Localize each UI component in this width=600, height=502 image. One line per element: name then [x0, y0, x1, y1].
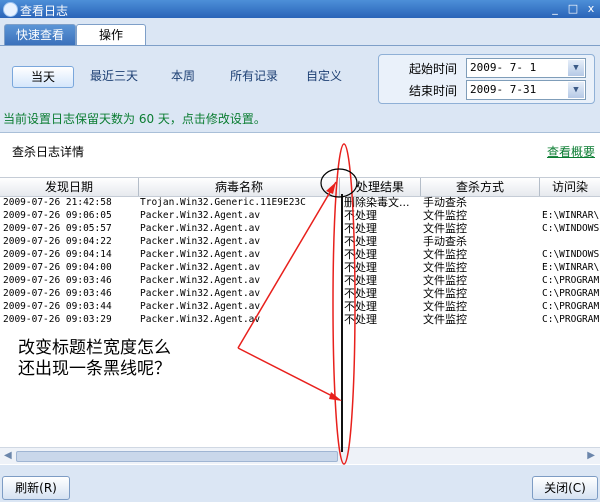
log-detail-title: 查杀日志详情 [12, 145, 85, 159]
cell-date: 2009-07-26 09:05:57 [3, 223, 112, 234]
scrollbar-thumb[interactable] [16, 451, 338, 462]
scroll-right-icon[interactable]: ▶ [587, 450, 595, 461]
annotation-text: 改变标题栏宽度怎么 还出现一条黑线呢？ [18, 338, 171, 379]
column-header-virus-name[interactable]: 病毒名称 [139, 178, 340, 196]
cell-virus-name: Trojan.Win32.Generic.11E9E23C [140, 197, 306, 208]
cell-date: 2009-07-26 09:03:46 [3, 275, 112, 286]
cell-scan-method: 文件监控 [423, 300, 467, 313]
tab-bar: 快速查看 操作 [0, 24, 600, 46]
table-row[interactable]: 2009-07-26 09:03:46 Packer.Win32.Agent.av… [0, 287, 600, 300]
cell-scan-method: 文件监控 [423, 248, 467, 261]
cell-scan-method: 手动查杀 [423, 235, 467, 248]
filter-custom-button[interactable]: 自定义 [298, 66, 350, 86]
column-header-scan-method[interactable]: 查杀方式 [421, 178, 540, 196]
minimize-button[interactable]: _ [548, 2, 562, 15]
cell-virus-name: Packer.Win32.Agent.av [140, 262, 261, 273]
table-row[interactable]: 2009-07-26 09:06:05 Packer.Win32.Agent.av… [0, 209, 600, 222]
cell-access: C:\PROGRAM [542, 275, 600, 286]
log-detail-panel: 查杀日志详情 查看概要 发现日期 病毒名称 处理结果 查杀方式 访问染 2009… [0, 132, 600, 465]
cell-virus-name: Packer.Win32.Agent.av [140, 210, 261, 221]
cell-date: 2009-07-26 09:04:00 [3, 262, 112, 273]
table-row[interactable]: 2009-07-26 09:04:14 Packer.Win32.Agent.av… [0, 248, 600, 261]
start-date-label: 起始时间 [409, 62, 458, 76]
cell-virus-name: Packer.Win32.Agent.av [140, 301, 261, 312]
refresh-button[interactable]: 刷新(R) [2, 476, 70, 500]
cell-date: 2009-07-26 09:03:44 [3, 301, 112, 312]
start-date-select[interactable]: 2009- 7- 1 ▼ [466, 58, 586, 78]
column-header-date[interactable]: 发现日期 [0, 178, 139, 196]
end-date-label: 结束时间 [409, 84, 458, 98]
cell-result: 不处理 [344, 287, 377, 300]
table-row[interactable]: 2009-07-26 09:04:00 Packer.Win32.Agent.av… [0, 261, 600, 274]
cell-access: C:\PROGRAM [542, 301, 600, 312]
window-title: 查看日志 [20, 4, 69, 18]
cell-result: 删除染毒文... [344, 196, 410, 209]
chevron-down-icon[interactable]: ▼ [568, 82, 584, 98]
table-row[interactable]: 2009-07-26 09:03:29 Packer.Win32.Agent.av… [0, 313, 600, 326]
table-row[interactable]: 2009-07-26 09:03:46 Packer.Win32.Agent.av… [0, 274, 600, 287]
column-header-result[interactable]: 处理结果 [340, 178, 421, 196]
table-row[interactable]: 2009-07-26 21:42:58 Trojan.Win32.Generic.… [0, 196, 600, 209]
cell-result: 不处理 [344, 261, 377, 274]
cell-access: C:\PROGRAM [542, 288, 600, 299]
cell-scan-method: 文件监控 [423, 261, 467, 274]
horizontal-scrollbar[interactable]: ◀ ▶ [0, 447, 600, 464]
table-body: 2009-07-26 21:42:58 Trojan.Win32.Generic.… [0, 196, 600, 326]
close-window-button[interactable]: x [584, 2, 598, 15]
black-line-artifact [341, 194, 343, 452]
retention-notice-link[interactable]: 当前设置日志保留天数为 60 天，点击修改设置。 [3, 110, 266, 127]
view-summary-link[interactable]: 查看概要 [547, 143, 595, 160]
cell-scan-method: 文件监控 [423, 287, 467, 300]
cell-virus-name: Packer.Win32.Agent.av [140, 236, 261, 247]
cell-virus-name: Packer.Win32.Agent.av [140, 314, 261, 325]
table-row[interactable]: 2009-07-26 09:04:22 Packer.Win32.Agent.av… [0, 235, 600, 248]
maximize-button[interactable]: □ [566, 2, 580, 15]
cell-scan-method: 手动查杀 [423, 196, 467, 209]
cell-scan-method: 文件监控 [423, 209, 467, 222]
cell-date: 2009-07-26 09:03:29 [3, 314, 112, 325]
cell-result: 不处理 [344, 248, 377, 261]
cell-access: C:\PROGRAM [542, 314, 600, 325]
cell-virus-name: Packer.Win32.Agent.av [140, 288, 261, 299]
cell-result: 不处理 [344, 209, 377, 222]
cell-date: 2009-07-26 21:42:58 [3, 197, 112, 208]
cell-result: 不处理 [344, 222, 377, 235]
cell-result: 不处理 [344, 313, 377, 326]
cell-access: E:\WINRAR\ [542, 210, 600, 221]
close-button[interactable]: 关闭(C) [532, 476, 598, 500]
cell-virus-name: Packer.Win32.Agent.av [140, 249, 261, 260]
cell-result: 不处理 [344, 274, 377, 287]
cell-result: 不处理 [344, 300, 377, 313]
table-row[interactable]: 2009-07-26 09:03:44 Packer.Win32.Agent.av… [0, 300, 600, 313]
filter-panel: 当天 最近三天 本周 所有记录 自定义 起始时间 2009- 7- 1 ▼ 结束… [0, 46, 600, 108]
date-range-box: 起始时间 2009- 7- 1 ▼ 结束时间 2009- 7-31 ▼ [378, 54, 595, 104]
cell-access: C:\WINDOWS [542, 249, 600, 260]
chevron-down-icon[interactable]: ▼ [568, 60, 584, 76]
cell-date: 2009-07-26 09:03:46 [3, 288, 112, 299]
cell-date: 2009-07-26 09:04:14 [3, 249, 112, 260]
cell-date: 2009-07-26 09:06:05 [3, 210, 112, 221]
cell-scan-method: 文件监控 [423, 274, 467, 287]
filter-today-button[interactable]: 当天 [12, 66, 74, 88]
cell-access: C:\WINDOWS [542, 223, 600, 234]
cell-virus-name: Packer.Win32.Agent.av [140, 223, 261, 234]
cell-access: E:\WINRAR\ [542, 262, 600, 273]
filter-this-week-button[interactable]: 本周 [160, 66, 206, 86]
tab-quick-view[interactable]: 快速查看 [4, 24, 76, 46]
end-date-select[interactable]: 2009- 7-31 ▼ [466, 80, 586, 100]
column-header-access[interactable]: 访问染 [540, 178, 600, 196]
cell-scan-method: 文件监控 [423, 313, 467, 326]
table-row[interactable]: 2009-07-26 09:05:57 Packer.Win32.Agent.av… [0, 222, 600, 235]
title-bar: 查看日志 _ □ x [0, 0, 600, 18]
cell-scan-method: 文件监控 [423, 222, 467, 235]
filter-all-records-button[interactable]: 所有记录 [222, 66, 286, 86]
filter-last-three-days-button[interactable]: 最近三天 [84, 66, 144, 86]
tab-operations[interactable]: 操作 [76, 24, 146, 46]
cell-result: 不处理 [344, 235, 377, 248]
table-header: 发现日期 病毒名称 处理结果 查杀方式 访问染 [0, 177, 600, 197]
scroll-left-icon[interactable]: ◀ [4, 450, 12, 461]
cell-virus-name: Packer.Win32.Agent.av [140, 275, 261, 286]
cell-date: 2009-07-26 09:04:22 [3, 236, 112, 247]
app-icon [3, 2, 18, 17]
